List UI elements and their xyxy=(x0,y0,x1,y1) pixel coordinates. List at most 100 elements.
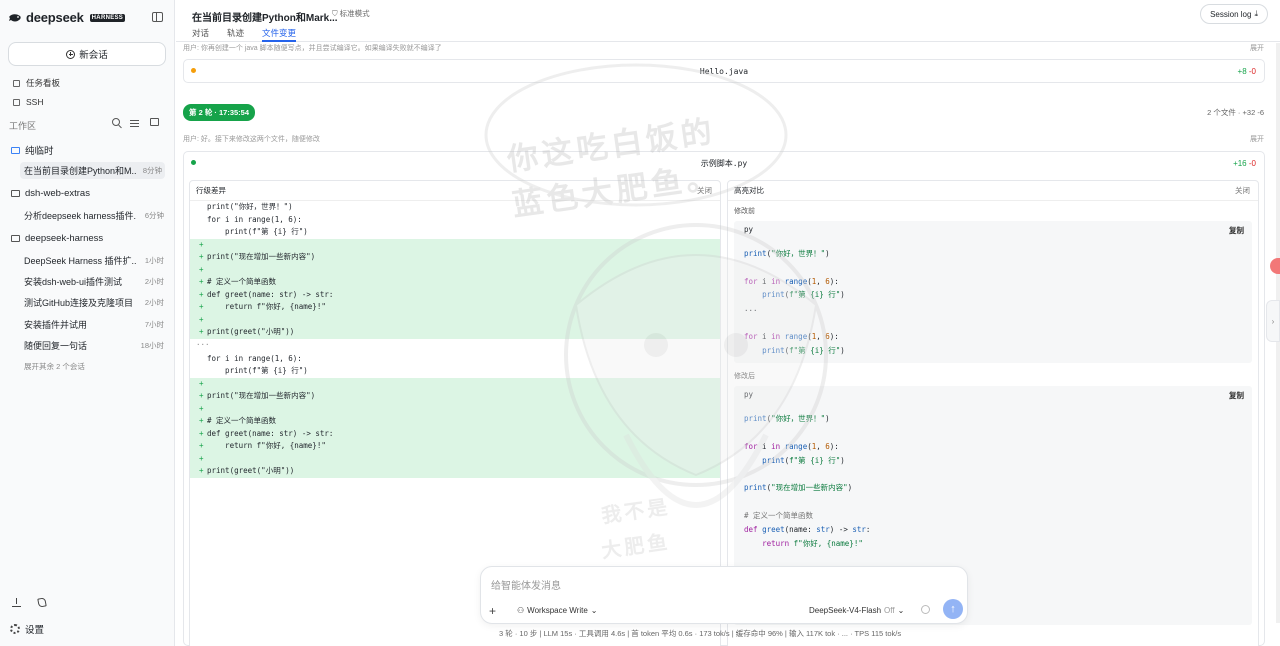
status-bar: 3 轮 · 10 步 | LLM 15s · 工具调用 4.6s | 首 tok… xyxy=(499,629,902,638)
file-card-hello-java[interactable]: Hello.java +8 -0 xyxy=(183,59,1265,83)
round-badge: 第 2 轮 · 17:35:54 xyxy=(183,104,256,121)
terminal-icon xyxy=(13,98,20,106)
search-icon[interactable] xyxy=(112,118,120,126)
session-time: 7小时 xyxy=(144,320,164,329)
group-temp[interactable]: 纯临时 xyxy=(11,143,54,157)
diff-lines: print("你好，世界！") for i in range(1, 6): pri… xyxy=(190,201,720,478)
expand-button[interactable]: 展开 xyxy=(1250,134,1264,144)
close-button[interactable]: 关闭 xyxy=(697,185,712,196)
nav-task-board[interactable]: 任务看板 xyxy=(13,77,60,89)
diff-line-added: + xyxy=(190,263,720,276)
send-button[interactable]: ↑ xyxy=(943,599,963,619)
session-time: 1小时 xyxy=(144,256,164,265)
plus-marker: + xyxy=(199,378,204,388)
session-item[interactable]: 安装插件并试用 7小时 xyxy=(22,316,167,333)
session-item[interactable]: 在当前目录创建Python和M... 8分钟 xyxy=(20,162,165,179)
diff-line-context: print("你好，世界！") xyxy=(190,201,720,214)
toggle-sidebar-icon[interactable] xyxy=(152,12,163,22)
file-header[interactable]: 示例脚本.py +16 -0 xyxy=(184,152,1264,174)
del-count: -0 xyxy=(1248,66,1256,76)
code-line: print("你好，世界！") xyxy=(744,414,830,424)
diff-line-added: + print("现在增加一些新内容") xyxy=(190,251,720,264)
download-icon[interactable] xyxy=(12,598,21,607)
tab-bar: 对话 轨迹 文件变更 xyxy=(192,27,297,42)
settings-button[interactable]: 设置 xyxy=(10,622,44,636)
tab-trajectory[interactable]: 轨迹 xyxy=(227,27,244,42)
group-deepseek-harness[interactable]: deepseek-harness xyxy=(11,233,103,244)
model-select[interactable]: DeepSeek-V4-Flash Off ⌄ xyxy=(809,606,904,615)
message-input[interactable]: 给智能体发消息 xyxy=(491,577,561,592)
session-item[interactable]: 安装dsh-web-ui插件测试 2小时 xyxy=(22,273,167,290)
diff-line-added: + # 定义一个简单函数 xyxy=(190,415,720,428)
logo[interactable]: deepseek HARNESS xyxy=(8,10,126,25)
diff-code: print("你好，世界！") xyxy=(207,202,293,211)
new-folder-icon[interactable] xyxy=(150,118,159,126)
plus-circle-icon xyxy=(66,49,76,59)
diff-line-added: + # 定义一个简单函数 xyxy=(190,276,720,289)
plus-marker: + xyxy=(199,289,204,299)
expand-more-sessions[interactable]: 展开其余 2 个会话 xyxy=(24,361,85,372)
session-time: 2小时 xyxy=(144,298,164,307)
floating-badge-icon[interactable] xyxy=(1270,258,1280,274)
added-dot-icon xyxy=(191,160,196,165)
copy-button[interactable]: 复制 xyxy=(1229,390,1244,401)
file-name: 示例脚本.py xyxy=(700,158,748,168)
modified-dot-icon xyxy=(191,68,196,73)
mode-tag[interactable]: ⛉ 标准模式 xyxy=(332,8,370,19)
loading-icon xyxy=(921,605,930,614)
plus-marker: + xyxy=(199,403,204,413)
plus-marker: + xyxy=(199,466,204,475)
before-label: 修改前 xyxy=(734,208,755,215)
diff-separator[interactable]: ··· xyxy=(190,339,720,353)
diff-code: return f"你好, {name}!" xyxy=(207,441,326,450)
session-title: 随便回复一句话 xyxy=(24,341,88,351)
workspace-mode-select[interactable]: ⚇ Workspace Write ⌄ xyxy=(517,606,597,615)
mode-label: 标准模式 xyxy=(339,9,370,18)
diff-line-added: + def greet(name: str) -> str: xyxy=(190,427,720,440)
diff-line-added: + print(greet("小明")) xyxy=(190,326,720,339)
session-time: 2小时 xyxy=(144,277,164,286)
right-panel-toggle[interactable]: › xyxy=(1266,300,1280,342)
diff-code: print(greet("小明")) xyxy=(207,327,295,336)
logo-text: deepseek xyxy=(26,10,84,25)
nav-ssh[interactable]: SSH xyxy=(13,97,43,107)
tab-chat[interactable]: 对话 xyxy=(192,27,209,42)
group-name: dsh-web-extras xyxy=(25,188,90,199)
file-diff-stat: +16 -0 xyxy=(1233,159,1256,168)
conversation-title: 在当前目录创建Python和Mark... xyxy=(192,13,338,24)
file-changes-view: 用户: 你再创建一个 java 脚本随便写点，并且尝试编译它。如果编译失败就不编… xyxy=(176,43,1280,646)
plus-marker: + xyxy=(199,428,204,438)
diff-code: def greet(name: str) -> str: xyxy=(207,289,334,299)
session-log-button[interactable]: Session log ⤓ xyxy=(1200,4,1268,24)
copy-button[interactable]: 复制 xyxy=(1229,225,1244,236)
phone-icon[interactable] xyxy=(37,597,47,608)
session-item[interactable]: 随便回复一句话 18小时 xyxy=(22,337,167,354)
folder-icon xyxy=(11,190,20,197)
session-item[interactable]: DeepSeek Harness 插件扩... 1小时 xyxy=(22,252,167,269)
group-dsh-web-extras[interactable]: dsh-web-extras xyxy=(11,188,90,199)
tab-file-changes[interactable]: 文件变更 xyxy=(262,27,297,42)
diff-line-added: + def greet(name: str) -> str: xyxy=(190,288,720,301)
session-title: DeepSeek Harness 插件扩... xyxy=(24,256,136,266)
code-line: # 定义一个简单函数 xyxy=(744,510,814,520)
header: 在当前目录创建Python和Mark... ⛉ 标准模式 对话 轨迹 文件变更 … xyxy=(176,0,1280,42)
filter-icon[interactable] xyxy=(130,118,140,128)
session-item[interactable]: 分析deepseek harness插件... 6分钟 xyxy=(22,207,167,224)
close-button[interactable]: 关闭 xyxy=(1235,185,1250,196)
attach-plus-icon[interactable]: + xyxy=(489,604,496,618)
group-name: 纯临时 xyxy=(25,146,54,157)
session-title: 安装插件并试用 xyxy=(24,320,88,330)
diff-code: # 定义一个简单函数 xyxy=(207,416,277,425)
file-name: Hello.java xyxy=(699,66,749,76)
code-line: print(f"第 {i} 行") xyxy=(762,290,845,300)
new-chat-button[interactable]: 新会话 xyxy=(8,42,166,66)
expand-button[interactable]: 展开 xyxy=(1250,43,1264,53)
chevron-down-icon: ⌄ xyxy=(897,606,905,615)
round-stats: 2 个文件 · +32 -6 xyxy=(1207,108,1264,117)
session-item[interactable]: 测试GitHub连接及克隆项目 2小时 xyxy=(22,294,167,311)
